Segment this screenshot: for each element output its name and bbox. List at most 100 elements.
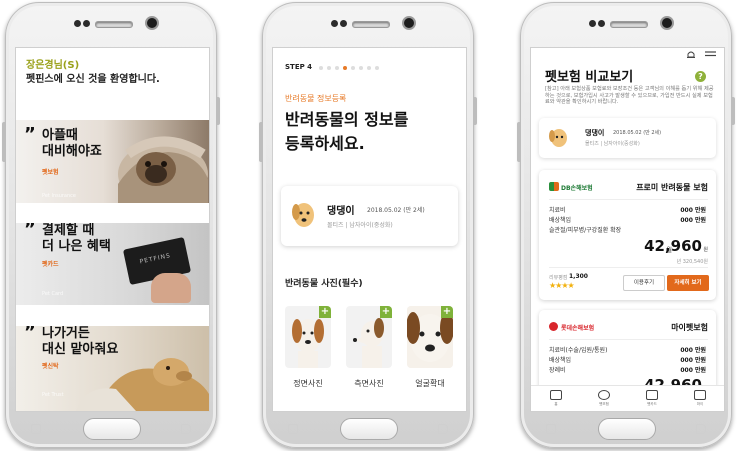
- add-photo-icon[interactable]: +: [380, 306, 392, 318]
- tab-label: 마이: [696, 402, 704, 406]
- welcome-message: 펫핀스에 오신 것을 환영합니다.: [26, 74, 160, 85]
- paw-icon: [598, 390, 610, 400]
- coverage-value: 000 만원: [680, 217, 706, 224]
- photo-front-slot[interactable]: +: [285, 306, 331, 368]
- pet-name: 댕댕이: [585, 129, 605, 137]
- card-title-line2: 더 나은 혜택: [42, 239, 111, 254]
- pettrust-card[interactable]: ” 나가거든 대신 맡아줘요 펫신탁 Pet Trust: [16, 326, 209, 411]
- tab-pet-insurance[interactable]: 펫보험: [589, 390, 619, 407]
- tab-home[interactable]: 홈: [541, 390, 571, 407]
- card-title-line2: 대신 맡아줘요: [42, 342, 119, 357]
- pet-birth: 2018.05.02 (만 2세): [613, 130, 662, 136]
- coverage-label: 배상책임: [549, 357, 572, 364]
- coverage-value: 000 만원: [680, 347, 706, 354]
- photo-section-label: 반려동물 사진(필수): [285, 279, 363, 289]
- bell-icon[interactable]: [686, 50, 696, 60]
- pet-breed: 몰티즈 | 남자아이(중성화): [585, 141, 640, 147]
- disclaimer-text: [참고] 아래 보험상품 보험료와 보장조건 등은 고객님의 이해를 돕기 위해…: [545, 86, 714, 105]
- bottom-tab-bar: 홈 펫보험 펫카드 마이: [531, 385, 724, 411]
- product-card-db[interactable]: DB손해보험 프로미 반려동물 보험 치료비 000 만원 배상책임 000 만…: [539, 170, 716, 300]
- dog-avatar-icon: [549, 129, 567, 147]
- sensor-dot: [589, 20, 596, 27]
- coverage-row: 슬관절/피부병/구강질환 확장: [549, 225, 706, 234]
- lotte-logo-icon: [549, 322, 558, 331]
- pet-breed: 몰티즈 | 남자아이(중성화): [327, 222, 393, 229]
- coverage-label: 슬관절/피부병/구강질환 확장: [549, 227, 622, 234]
- quote-mark: ”: [24, 223, 36, 240]
- back-key[interactable]: [696, 424, 706, 434]
- home-icon: [550, 390, 562, 400]
- recent-apps-key[interactable]: [288, 424, 298, 434]
- review-button[interactable]: 이용후기: [623, 275, 665, 291]
- recent-apps-key[interactable]: [546, 424, 556, 434]
- page-title: 펫보험 비교보기: [545, 70, 634, 85]
- progress-dot: [335, 66, 339, 70]
- tab-label: 홈: [554, 402, 558, 406]
- card-title-line2: 대비해야죠: [42, 144, 102, 159]
- rating-stars: ★★★★: [549, 281, 575, 290]
- back-key[interactable]: [181, 424, 191, 434]
- insurance-card[interactable]: ” 아플때 대비해야죠 펫보험 Pet Insurance: [16, 120, 209, 203]
- help-icon[interactable]: ?: [695, 71, 706, 82]
- card-icon: [646, 390, 658, 400]
- sensor-dot: [74, 20, 81, 27]
- yearly-price: 년 320,540원: [676, 259, 708, 265]
- pug-blanket-image: [118, 136, 208, 203]
- recent-apps-key[interactable]: [31, 424, 41, 434]
- card-title-line1: 결제할 때: [42, 223, 95, 238]
- coverage-label: 배상책임: [549, 217, 572, 224]
- card-tag: 펫보험: [42, 169, 59, 176]
- card-brand-text: PETFINS: [139, 252, 172, 266]
- progress-dot: [351, 66, 355, 70]
- sensor-dot: [331, 20, 338, 27]
- add-photo-icon[interactable]: +: [441, 306, 453, 318]
- add-photo-icon[interactable]: +: [319, 306, 331, 318]
- screen-home: 장은경님(S) 펫핀스에 오신 것을 환영합니다. ” 아플때 대비해야죠 펫보…: [15, 47, 210, 412]
- progress-dot: [327, 66, 331, 70]
- product-name: 마이펫보험: [671, 323, 708, 332]
- home-button[interactable]: [340, 418, 398, 440]
- insurer-name: 롯데손해보험: [561, 325, 595, 332]
- phone-frame-3: 펫보험 비교보기 ? [참고] 아래 보험상품 보험료와 보장조건 등은 고객님…: [517, 2, 735, 448]
- photo-face-slot[interactable]: +: [407, 306, 453, 368]
- progress-dot-active: [343, 66, 347, 70]
- pet-info-card[interactable]: 댕댕이 2018.05.02 (만 2세) 몰티즈 | 남자아이(중성화): [281, 186, 458, 246]
- home-button[interactable]: [598, 418, 656, 440]
- sensor-dot: [83, 20, 90, 27]
- page-title: 반려동물의 정보를 등록하세요.: [285, 108, 455, 156]
- quote-mark: ”: [24, 124, 36, 145]
- card-sub: Pet Card: [42, 291, 64, 297]
- sensor-dot: [598, 20, 605, 27]
- photo-caption: 측면사진: [354, 379, 384, 388]
- home-button[interactable]: [83, 418, 141, 440]
- screen-insurance-compare: 펫보험 비교보기 ? [참고] 아래 보험상품 보험료와 보장조건 등은 고객님…: [530, 47, 725, 412]
- coverage-row: 배상책임 000 만원: [549, 215, 706, 224]
- progress-dot: [367, 66, 371, 70]
- petcard-card[interactable]: PETFINS ” 결제할 때 더 나은 혜택 펫카드 Pet Card: [16, 223, 209, 305]
- speaker: [95, 21, 133, 28]
- dog-avatar-icon: [292, 203, 314, 227]
- tab-label: 펫카드: [647, 402, 657, 406]
- phone-frame-1: 장은경님(S) 펫핀스에 오신 것을 환영합니다. ” 아플때 대비해야죠 펫보…: [2, 2, 220, 448]
- pet-summary[interactable]: 댕댕이 2018.05.02 (만 2세) 몰티즈 | 남자아이(중성화): [539, 118, 716, 158]
- speaker: [610, 21, 648, 28]
- welcome-name: 장은경님(S): [26, 60, 80, 71]
- detail-button[interactable]: 자세히 보기: [667, 275, 709, 291]
- section-subtitle: 반려동물 정보등록: [285, 94, 347, 103]
- quote-mark: ”: [24, 326, 36, 343]
- phone-frame-2: STEP 4 반려동물 정보등록 반려동물의 정보를 등록하세요. 댕댕이 20…: [259, 2, 477, 448]
- photo-side-slot[interactable]: +: [346, 306, 392, 368]
- db-logo-icon: [549, 182, 559, 191]
- coverage-label: 치료비(수술/입원/통원): [549, 347, 608, 354]
- step-indicator: STEP 4: [285, 63, 313, 71]
- card-title-line1: 아플때: [42, 128, 78, 143]
- back-key[interactable]: [438, 424, 448, 434]
- speaker: [352, 21, 390, 28]
- coverage-row: 치료비 000 만원: [549, 205, 706, 214]
- card-sub: Pet Insurance: [42, 193, 76, 199]
- coverage-value: 000 만원: [680, 207, 706, 214]
- hand-image: [151, 273, 191, 303]
- menu-icon[interactable]: [705, 50, 716, 60]
- tab-pet-card[interactable]: 펫카드: [637, 390, 667, 407]
- tab-my[interactable]: 마이: [685, 390, 715, 407]
